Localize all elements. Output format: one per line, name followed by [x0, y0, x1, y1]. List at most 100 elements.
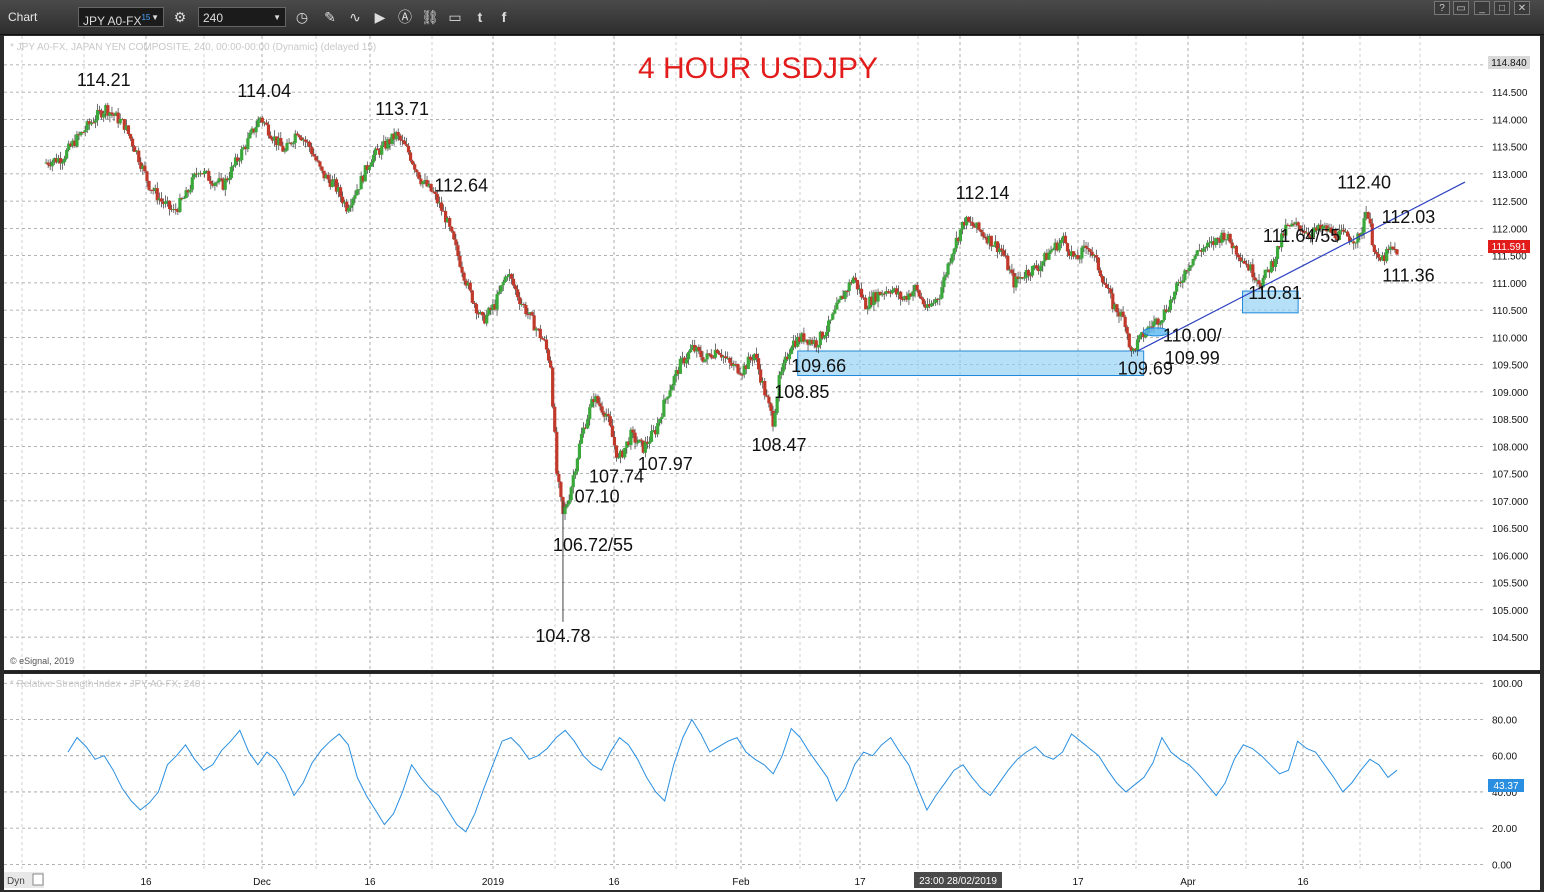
copyright-text: © eSignal, 2019 — [10, 656, 74, 666]
candle-body — [853, 277, 857, 280]
candle-body — [763, 381, 767, 396]
facebook-icon[interactable]: f — [494, 7, 514, 27]
support-zone — [797, 350, 1145, 377]
candle-body — [320, 166, 324, 171]
candle-body — [266, 124, 271, 136]
time-tick-label: 16 — [140, 877, 152, 888]
candle-body — [460, 266, 464, 273]
candle-body — [921, 298, 925, 305]
candle-body — [866, 308, 870, 310]
candle-body — [1115, 304, 1119, 313]
candle-body — [456, 245, 460, 256]
candle-body — [769, 403, 773, 411]
candle-body — [1385, 248, 1389, 262]
maximize-button[interactable]: □ — [1494, 1, 1510, 15]
price-annotation: 111.64/55 — [1263, 226, 1340, 246]
candle-body — [610, 425, 614, 437]
candle-body — [899, 291, 903, 300]
candle-body — [60, 162, 65, 164]
candle-body — [781, 363, 785, 372]
candle-body — [1078, 258, 1082, 260]
candle-body — [1094, 254, 1098, 258]
candle-body — [946, 263, 950, 275]
last-price-badge-text: 111.591 — [1492, 242, 1527, 253]
candle-body — [349, 205, 353, 208]
price-annotation: 114.21 — [77, 70, 131, 90]
dyn-toggle[interactable] — [32, 873, 44, 886]
candle-body — [662, 399, 666, 417]
candle-body — [462, 272, 466, 281]
help-button[interactable]: ? — [1434, 1, 1450, 15]
twitter-icon[interactable]: t — [470, 7, 490, 27]
alert-icon[interactable]: Ⓐ — [395, 7, 415, 27]
app-label: Chart — [8, 10, 38, 24]
time-axis[interactable] — [4, 870, 1540, 890]
candle-body — [971, 222, 975, 226]
rsi-pane[interactable] — [4, 674, 1486, 870]
candle-body — [829, 319, 833, 321]
candle-body — [128, 133, 133, 139]
candle-body — [678, 358, 682, 374]
price-tick-label: 113.000 — [1492, 170, 1528, 181]
candle-body — [1170, 299, 1175, 301]
candle-body — [614, 445, 619, 458]
candle-body — [499, 285, 503, 292]
candle-body — [474, 304, 479, 314]
candle-body — [728, 357, 732, 363]
candle-body — [62, 158, 67, 163]
candle-body — [833, 309, 837, 314]
candle-body — [697, 347, 701, 351]
candle-body — [831, 313, 835, 320]
rsi-axis[interactable] — [1486, 674, 1540, 870]
chart-canvas[interactable]: 114.21 114.04 113.71 112.64 07.10 106.72/55 10… — [0, 34, 1544, 892]
candle-body — [1035, 265, 1039, 269]
link-icon[interactable]: ⛓ — [420, 7, 440, 27]
wave-icon[interactable]: ∿ — [345, 7, 365, 27]
candle-body — [168, 200, 172, 210]
candle-body — [557, 473, 561, 482]
candle-body — [1002, 250, 1006, 256]
candle-body — [575, 458, 579, 472]
candle-body — [279, 137, 283, 146]
candle-body — [915, 284, 919, 291]
gear-icon[interactable]: ⚙ — [170, 7, 190, 27]
play-icon[interactable]: ▶ — [370, 7, 390, 27]
rsi-tick-label: 0.00 — [1492, 860, 1512, 871]
candle-body — [886, 291, 890, 293]
candle-body — [468, 282, 472, 291]
time-tick-label: 17 — [854, 877, 866, 888]
time-tick-label: 17 — [1072, 877, 1084, 888]
candle-body — [355, 189, 359, 196]
price-axis[interactable] — [1486, 36, 1540, 670]
dyn-label: Dyn — [7, 876, 25, 887]
candle-body — [586, 419, 590, 429]
candle-body — [940, 287, 944, 299]
candle-body — [1366, 212, 1370, 219]
clock-icon[interactable]: ◷ — [292, 7, 312, 27]
pencil-icon[interactable]: ✎ — [320, 7, 340, 27]
candle-body — [524, 305, 528, 315]
candle-body — [338, 187, 343, 197]
candle-body — [1370, 223, 1374, 246]
menu-button[interactable]: ▭ — [1453, 1, 1469, 15]
price-pane[interactable] — [4, 36, 1486, 670]
price-annotation: 108.47 — [751, 435, 806, 455]
price-tick-label: 112.000 — [1492, 224, 1528, 235]
candle-body — [415, 169, 419, 173]
chat-icon[interactable]: ▭ — [445, 7, 465, 27]
price-tick-label: 107.500 — [1492, 470, 1529, 481]
candle-body — [1243, 260, 1247, 264]
candle-body — [917, 290, 921, 297]
candle-body — [501, 281, 505, 286]
candle-body — [429, 183, 433, 192]
close-button[interactable]: ✕ — [1514, 1, 1530, 15]
candle-body — [1214, 237, 1218, 246]
interval-input[interactable]: 240 ▼ — [198, 7, 286, 27]
candle-body — [738, 373, 742, 375]
candle-body — [989, 235, 993, 247]
candle-body — [1100, 275, 1105, 283]
symbol-selector[interactable]: JPY A0-FX15 ▼ — [78, 7, 164, 28]
candle-body — [600, 406, 604, 413]
minimize-button[interactable]: _ — [1474, 1, 1490, 15]
candle-body — [1158, 322, 1162, 325]
